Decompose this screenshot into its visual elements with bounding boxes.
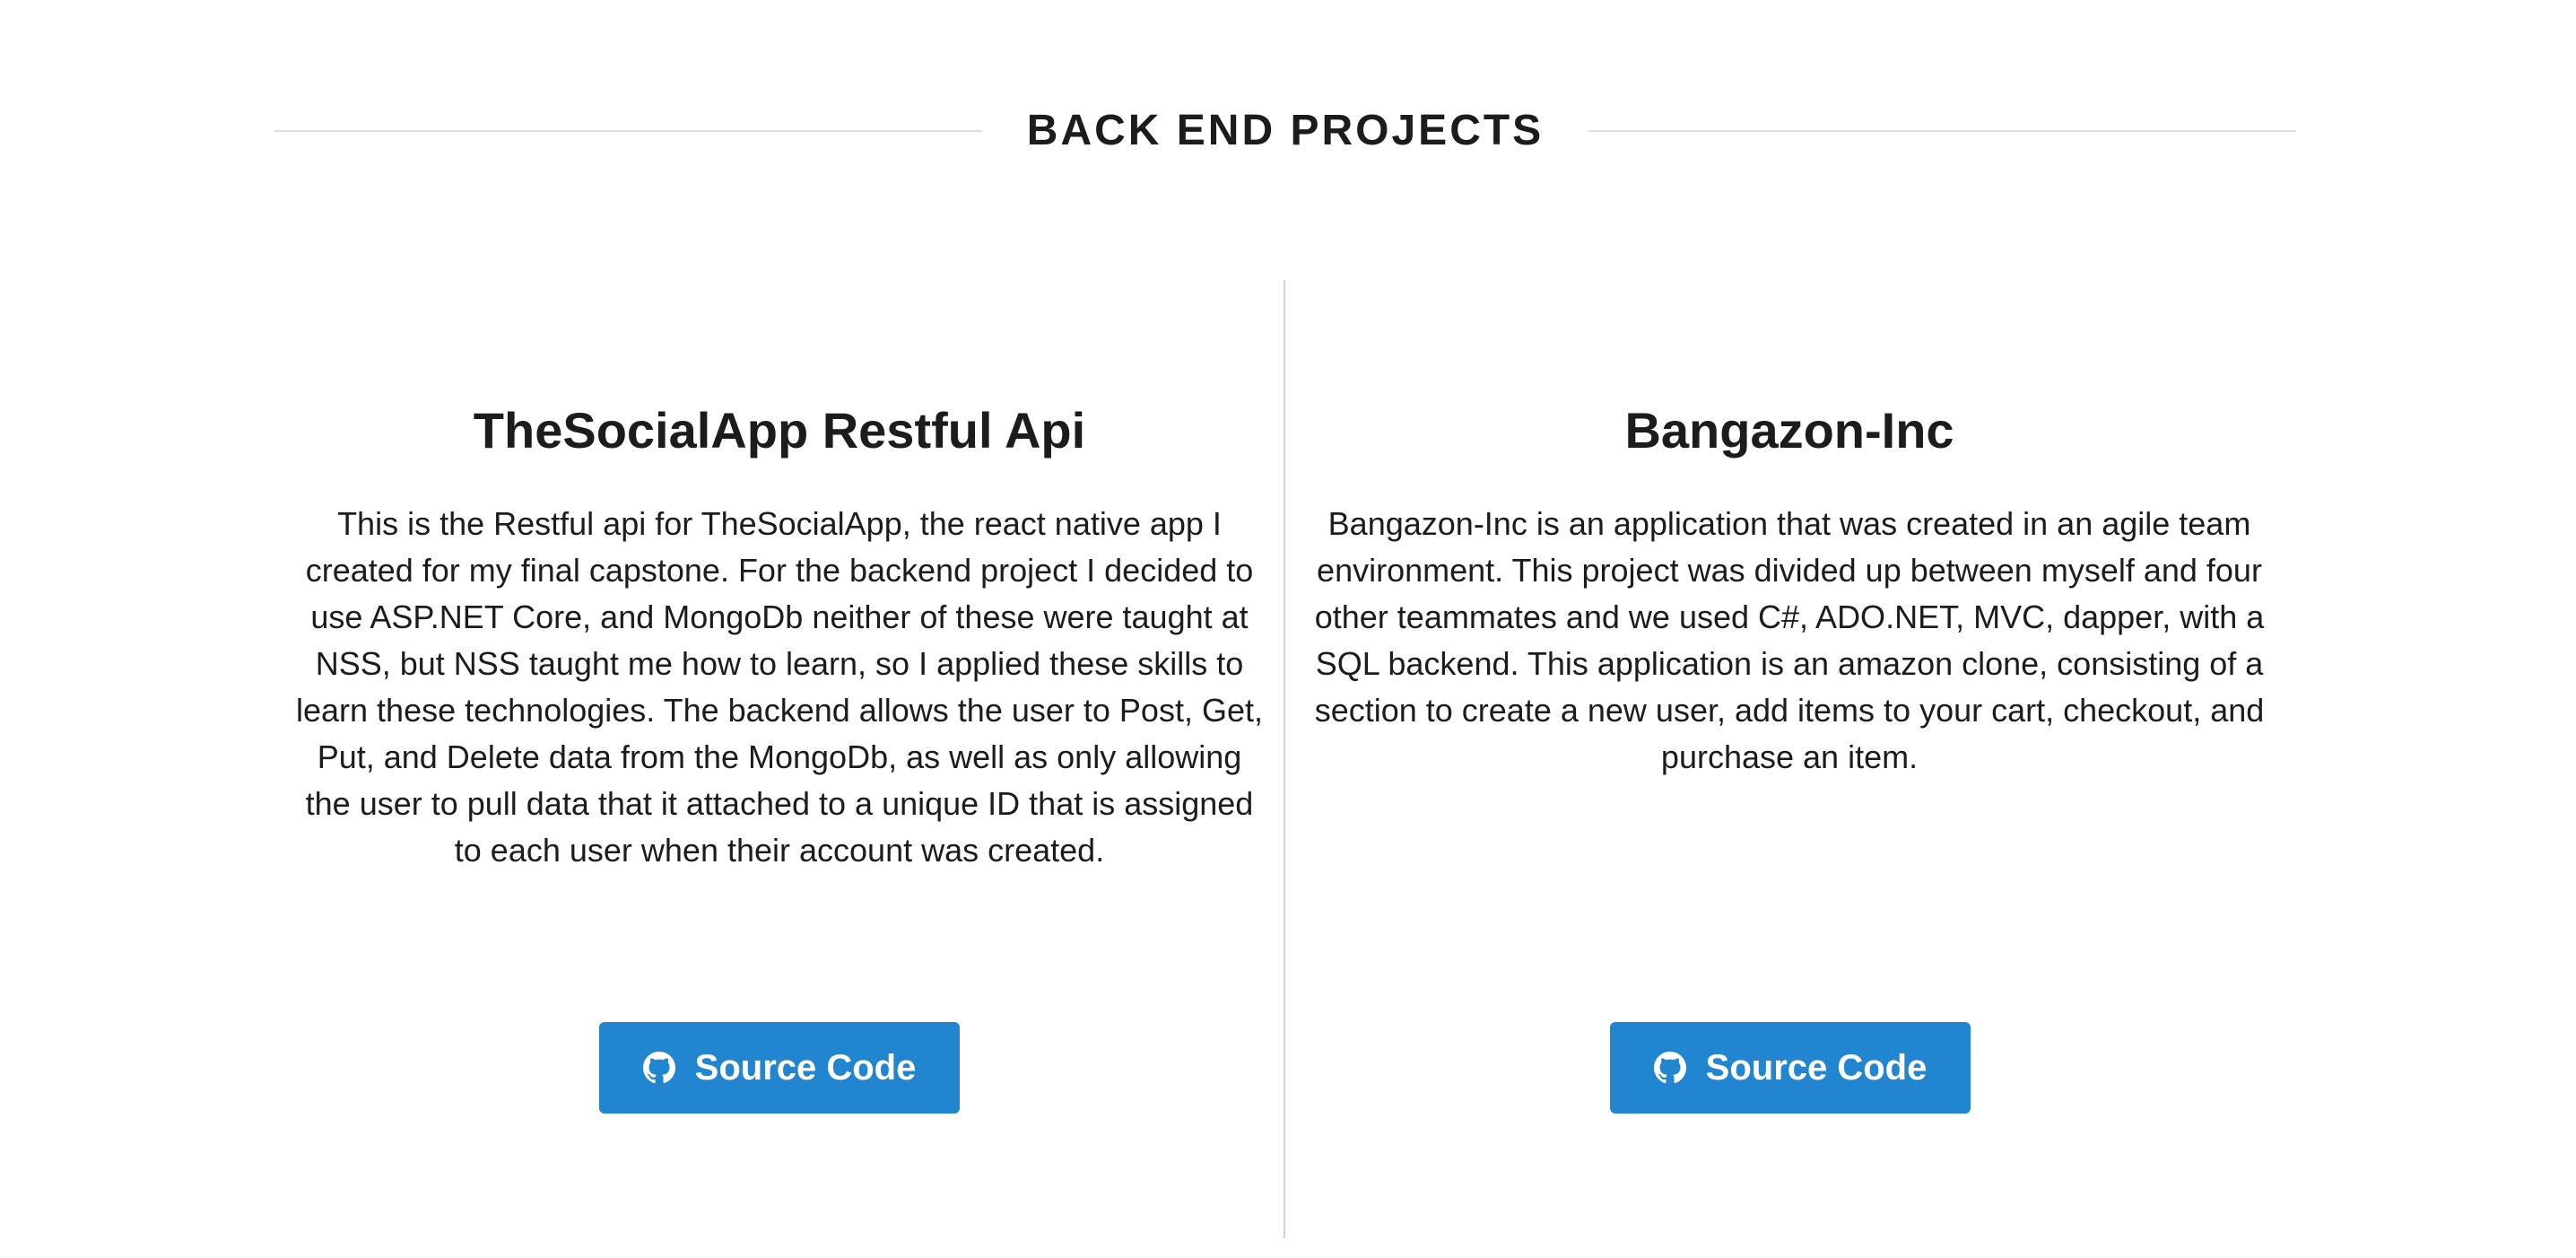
section-title: BACK END PROJECTS bbox=[1026, 107, 1545, 154]
section-header: BACK END PROJECTS bbox=[274, 97, 2296, 165]
header-rule-right bbox=[1588, 130, 2296, 132]
column-divider bbox=[1284, 280, 1285, 1238]
source-code-button-thesocialapp[interactable]: Source Code bbox=[599, 1022, 960, 1114]
source-code-label: Source Code bbox=[694, 1047, 917, 1088]
project-title: TheSocialApp Restful Api bbox=[473, 402, 1086, 459]
source-code-button-bangazon[interactable]: Source Code bbox=[1610, 1022, 1971, 1114]
project-description: Bangazon-Inc is an application that was … bbox=[1314, 505, 2265, 775]
page: BACK END PROJECTS TheSocialApp Restful A… bbox=[0, 0, 2576, 1258]
header-rule-left bbox=[274, 130, 982, 132]
github-icon bbox=[1653, 1052, 1686, 1084]
project-card-thesocialapp: TheSocialApp Restful Api This is the Res… bbox=[296, 395, 1263, 874]
project-card-bangazon: Bangazon-Inc Bangazon-Inc is an applicat… bbox=[1306, 395, 2273, 781]
source-code-label: Source Code bbox=[1705, 1047, 1928, 1088]
github-icon bbox=[642, 1052, 675, 1084]
project-description: This is the Restful api for TheSocialApp… bbox=[296, 505, 1263, 869]
project-title: Bangazon-Inc bbox=[1624, 402, 1954, 459]
